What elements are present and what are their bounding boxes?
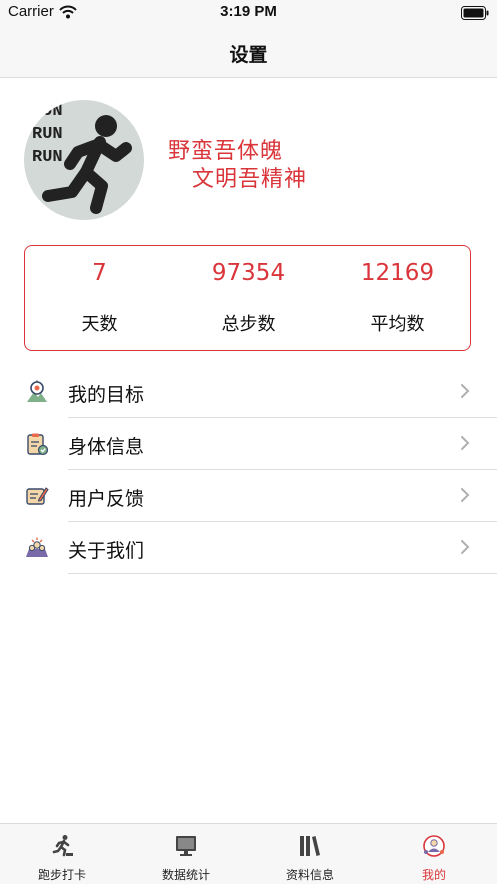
status-bar: Carrier 3:19 PM [0, 0, 497, 26]
tab-data-stats[interactable]: 数据统计 [124, 824, 248, 884]
navigation-bar: 设置 [0, 26, 497, 78]
tab-label: 资料信息 [285, 868, 334, 882]
menu-item-label: 我的目标 [68, 384, 145, 406]
menu-item-label: 关于我们 [68, 540, 145, 562]
divider [68, 573, 497, 574]
menu-item-body-info[interactable]: 身体信息 [0, 418, 497, 470]
menu-item-feedback[interactable]: 用户反馈 [0, 470, 497, 522]
battery-icon [461, 5, 489, 24]
tab-label: 数据统计 [161, 868, 210, 882]
monitor-icon [174, 834, 198, 858]
stat-label: 平均数 [370, 314, 425, 335]
menu-item-my-goal[interactable]: 我的目标 [0, 366, 497, 418]
tab-label: 我的 [421, 868, 446, 882]
runner-figure-icon [42, 115, 132, 214]
stat-total-steps: 97354 总步数 [174, 246, 323, 352]
body-info-icon [25, 432, 49, 456]
tab-label: 跑步打卡 [37, 868, 86, 882]
stat-value: 97354 [211, 260, 286, 286]
menu-item-label: 用户反馈 [68, 488, 145, 510]
avatar[interactable]: RUN RUN RUN [24, 100, 144, 220]
stat-label: 总步数 [221, 314, 276, 335]
page-title: 设置 [229, 44, 268, 66]
tab-bar: 跑步打卡 数据统计 资料信息 我的 [0, 823, 497, 884]
stat-value: 12169 [360, 260, 435, 286]
tab-running-checkin[interactable]: 跑步打卡 [0, 824, 124, 884]
books-icon [298, 834, 322, 858]
profile-icon [422, 834, 446, 858]
stat-days: 7 天数 [25, 246, 174, 352]
chevron-right-icon [460, 539, 470, 559]
stats-card: 7 天数 97354 总步数 12169 平均数 [24, 245, 471, 351]
slogan-line-2: 文明吾精神 [192, 167, 308, 192]
clock: 3:19 PM [220, 3, 277, 20]
running-icon [50, 834, 74, 858]
about-us-icon [25, 536, 49, 560]
stat-average: 12169 平均数 [323, 246, 472, 352]
stat-value: 7 [92, 260, 107, 286]
menu-item-about-us[interactable]: 关于我们 [0, 522, 497, 574]
chevron-right-icon [460, 383, 470, 403]
menu-item-label: 身体信息 [68, 436, 145, 458]
chevron-right-icon [460, 487, 470, 507]
chevron-right-icon [460, 435, 470, 455]
tab-info[interactable]: 资料信息 [248, 824, 372, 884]
tab-mine[interactable]: 我的 [372, 824, 496, 884]
stat-label: 天数 [81, 314, 118, 335]
feedback-icon [25, 484, 49, 508]
target-icon [25, 380, 49, 404]
